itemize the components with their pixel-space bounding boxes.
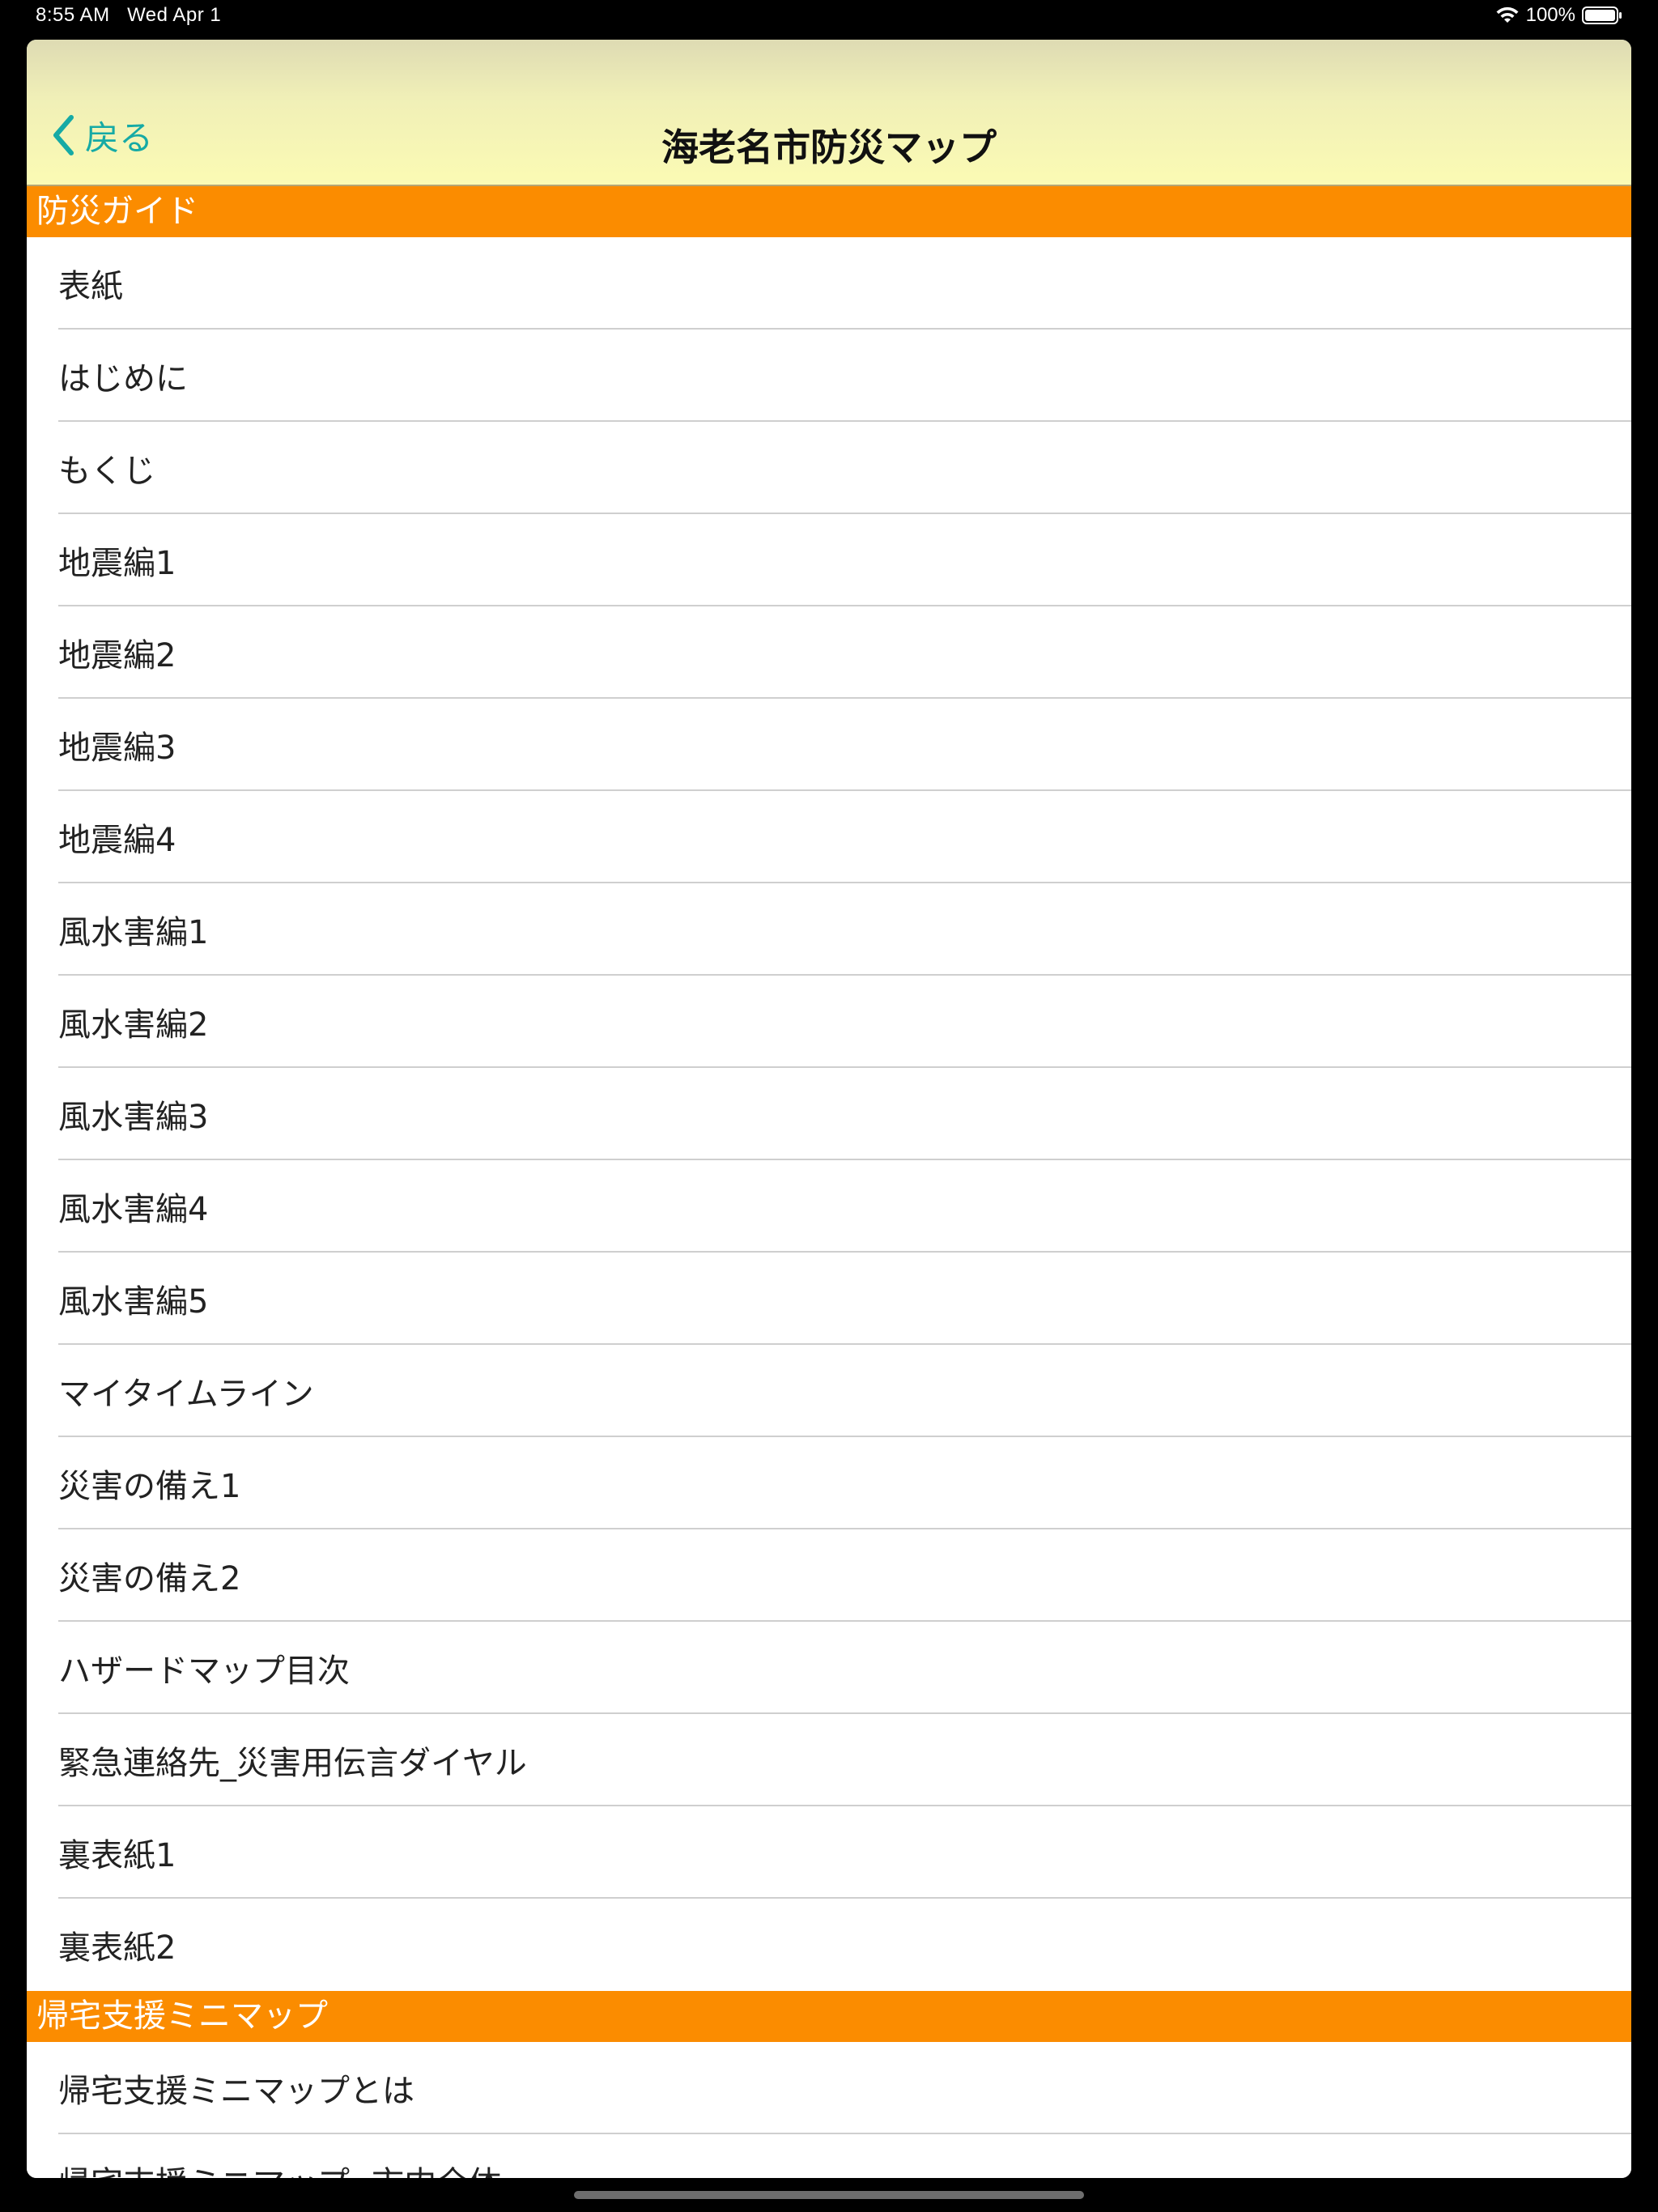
list-item-label: 裏表紙2 (58, 1929, 176, 1967)
navigation-bar: 戻る 海老名市防災マップ (27, 40, 1631, 186)
list-item[interactable]: 地震編1 (27, 514, 1631, 606)
menu-list: 防災ガイド 表紙 はじめに もくじ 地震編1 地震編2 地震編3 地震編4 風水… (27, 186, 1631, 2178)
list-item[interactable]: もくじ (27, 422, 1631, 514)
list-item-label: 災害の備え1 (58, 1468, 241, 1505)
list-item[interactable]: 風水害編3 (27, 1068, 1631, 1160)
list-item[interactable]: マイタイムライン (27, 1345, 1631, 1437)
list-item[interactable]: 表紙 (27, 237, 1631, 330)
list-item[interactable]: はじめに (27, 330, 1631, 422)
section-header-kitaku-shien: 帰宅支援ミニマップ (27, 1991, 1631, 2042)
list-item[interactable]: 風水害編4 (27, 1160, 1631, 1253)
list-item-label: 裏表紙1 (58, 1837, 176, 1874)
status-time: 8:55 AM (36, 4, 110, 26)
list-item[interactable]: 地震編3 (27, 699, 1631, 791)
list-item-label: 風水害編5 (58, 1283, 209, 1321)
list-item[interactable]: 帰宅支援ミニマップとは (27, 2042, 1631, 2134)
page-title: 海老名市防災マップ (661, 125, 997, 169)
list-item[interactable]: 災害の備え1 (27, 1437, 1631, 1529)
list-item[interactable]: 裏表紙1 (27, 1806, 1631, 1899)
list-item-label: はじめに (58, 360, 188, 398)
list-item-label: 地震編1 (58, 545, 176, 582)
list-item-label: 風水害編1 (58, 914, 209, 951)
list-item-label: 風水害編3 (58, 1099, 209, 1136)
wifi-icon (1496, 6, 1519, 23)
status-time-date: 8:55 AM Wed Apr 1 (36, 4, 221, 27)
list-item[interactable]: 地震編4 (27, 791, 1631, 883)
list-item[interactable]: 災害の備え2 (27, 1529, 1631, 1622)
status-date: Wed Apr 1 (127, 4, 222, 26)
status-bar: 8:55 AM Wed Apr 1 100% (0, 0, 1658, 34)
list-item[interactable]: 風水害編1 (27, 883, 1631, 976)
battery-icon (1582, 6, 1622, 24)
list-item-label: もくじ (58, 453, 155, 490)
list-item[interactable]: 裏表紙2 (27, 1899, 1631, 1991)
list-item-label: 緊急連絡先_災害用伝言ダイヤル (58, 1745, 527, 1782)
section-header-bousai-guide: 防災ガイド (27, 186, 1631, 237)
list-item[interactable]: ハザードマップ目次 (27, 1622, 1631, 1714)
list-item[interactable]: 地震編2 (27, 606, 1631, 699)
list-item-label: 災害の備え2 (58, 1560, 241, 1597)
list-item[interactable]: 風水害編2 (27, 976, 1631, 1068)
list-item[interactable]: 帰宅支援ミニマップ -市内全体- (27, 2134, 1631, 2178)
battery-percent: 100% (1525, 4, 1575, 26)
list-item-label: 帰宅支援ミニマップとは (58, 2073, 414, 2110)
list-item-label: 帰宅支援ミニマップ -市内全体- (58, 2157, 513, 2178)
list-item-label: 風水害編2 (58, 1006, 209, 1044)
status-indicators: 100% (1495, 4, 1622, 27)
list-item-label: 地震編2 (58, 637, 176, 674)
main-sheet: 戻る 海老名市防災マップ 防災ガイド 表紙 はじめに もくじ 地震編1 地震編2… (27, 40, 1631, 2178)
list-item[interactable]: 風水害編5 (27, 1253, 1631, 1345)
home-indicator[interactable] (574, 2191, 1084, 2199)
list-item-label: 表紙 (58, 268, 123, 305)
list-item-label: ハザードマップ目次 (58, 1653, 350, 1690)
list-item[interactable]: 緊急連絡先_災害用伝言ダイヤル (27, 1714, 1631, 1806)
list-item-label: 地震編3 (58, 730, 176, 767)
list-item-label: 風水害編4 (58, 1191, 209, 1228)
list-item-label: 地震編4 (58, 822, 176, 859)
list-item-label: マイタイムライン (58, 1376, 314, 1413)
